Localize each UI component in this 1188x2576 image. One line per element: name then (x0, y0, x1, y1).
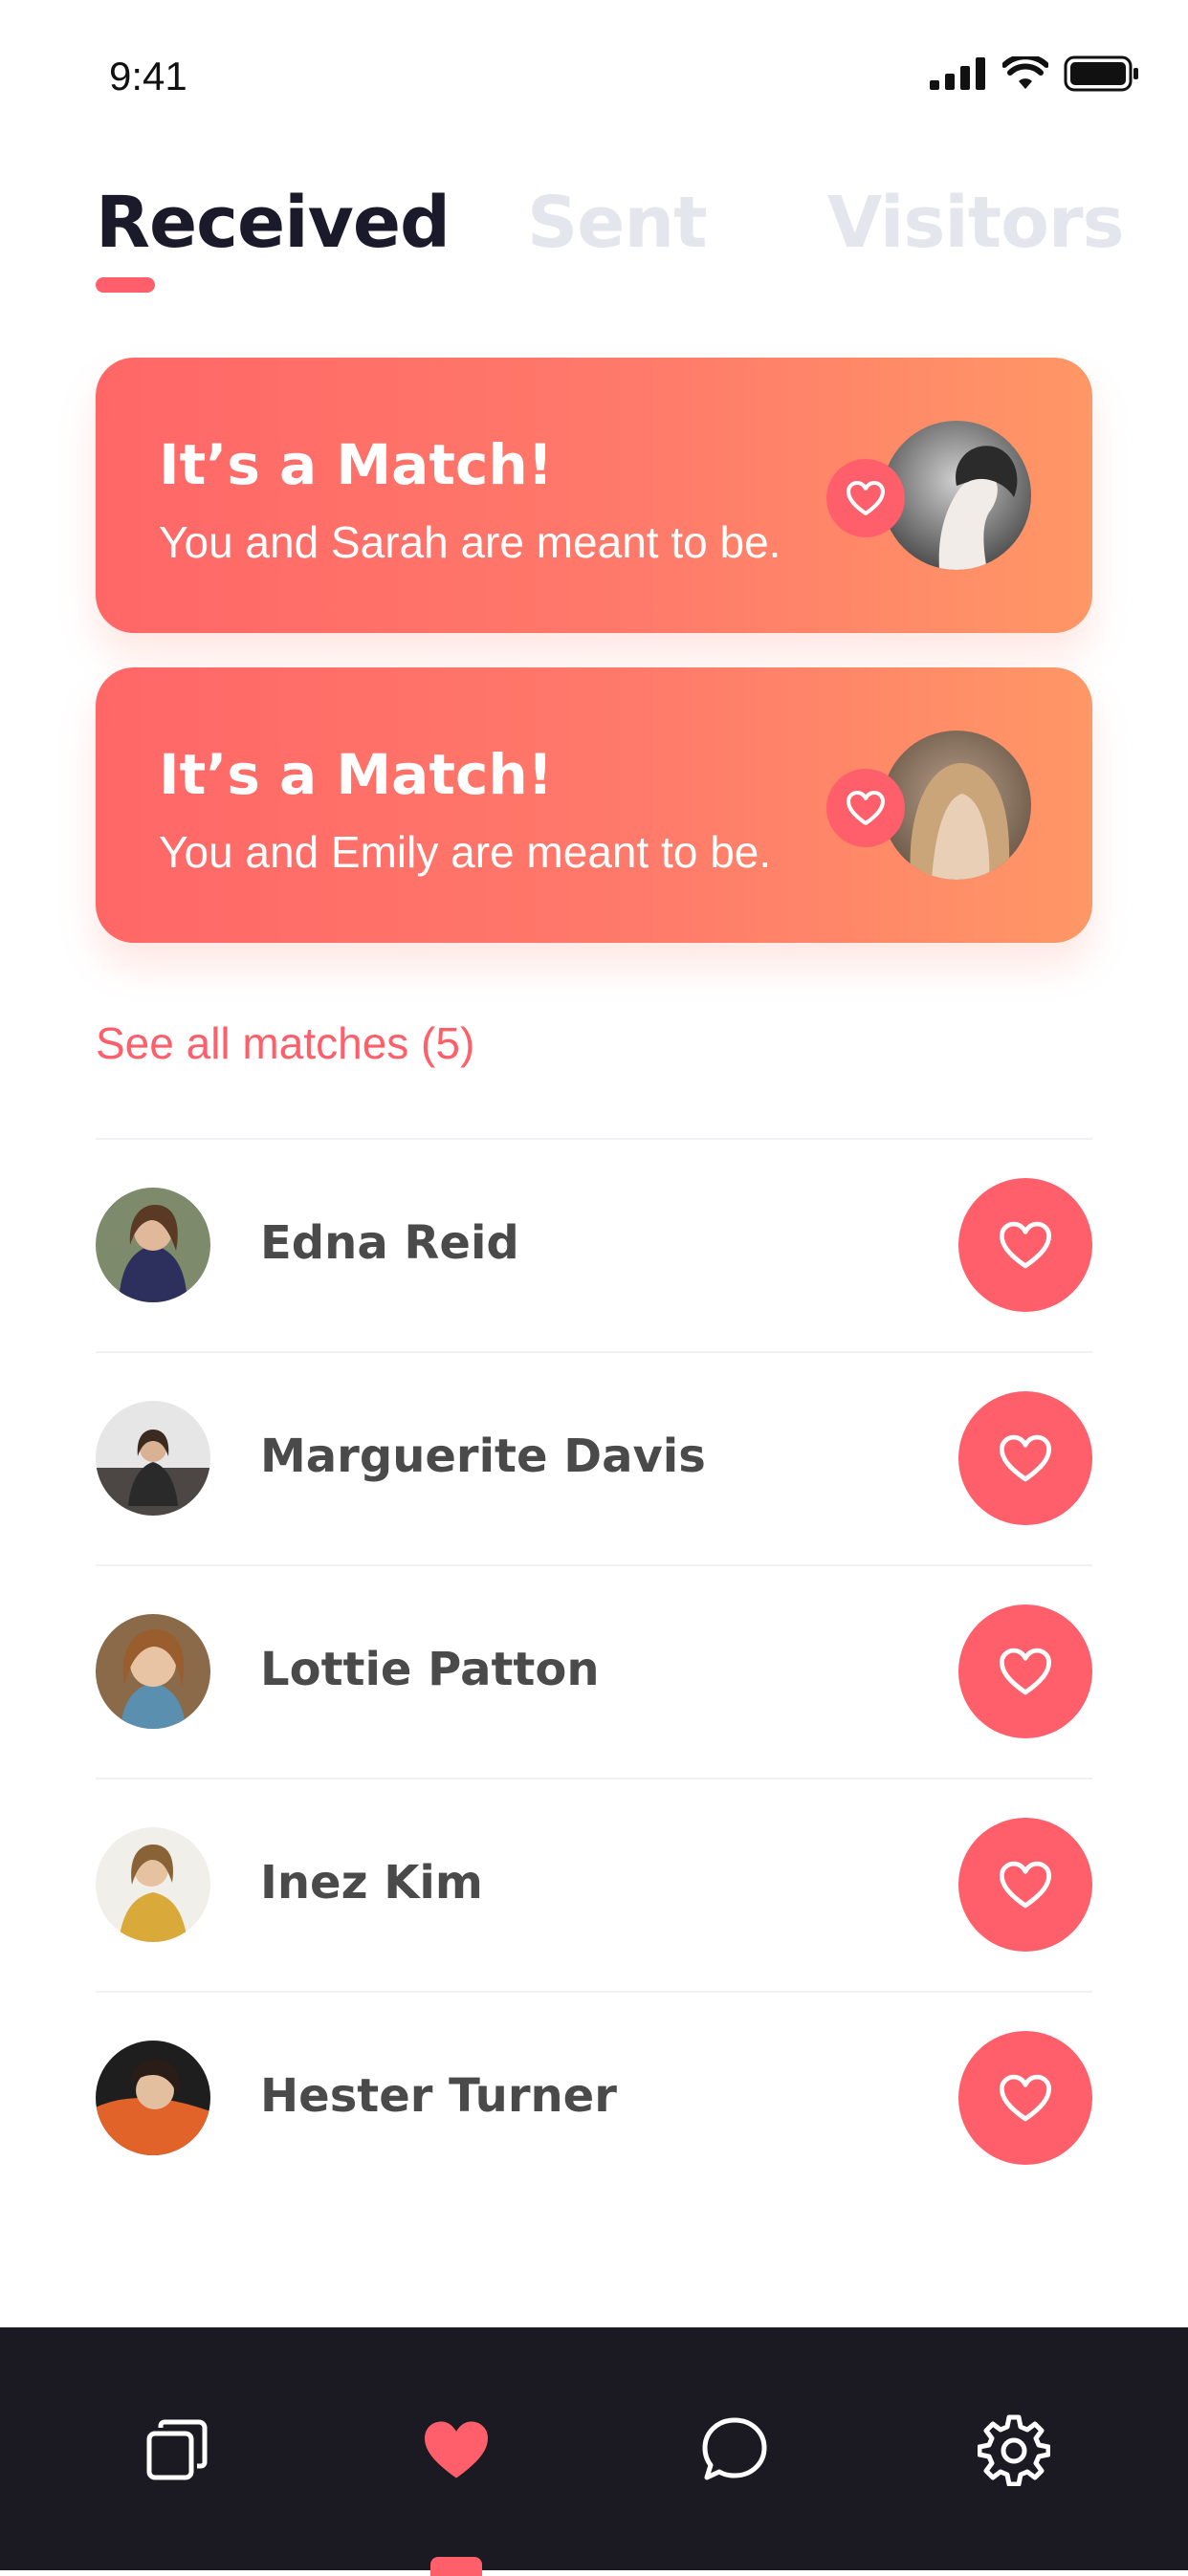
cards-icon (146, 2419, 208, 2480)
person-name: Inez Kim (260, 1856, 483, 1910)
match-subtitle: You and Emily are meant to be. (159, 827, 772, 877)
list-item[interactable]: Marguerite Davis (96, 1351, 1092, 1564)
heart-outline-icon (847, 791, 885, 825)
avatar (96, 1614, 210, 1729)
active-tab-indicator (96, 277, 155, 293)
heart-outline-icon (847, 481, 885, 515)
person-name: Lottie Patton (260, 1643, 600, 1696)
match-title: It’s a Match! (159, 432, 554, 497)
person-name: Hester Turner (260, 2069, 617, 2123)
heart-icon (425, 2421, 488, 2478)
heart-outline-icon (999, 1434, 1052, 1482)
status-time: 9:41 (109, 54, 187, 98)
match-card-emily[interactable]: It’s a Match! You and Emily are meant to… (96, 667, 1092, 943)
nav-cards[interactable] (129, 2402, 225, 2498)
wifi-icon (1002, 56, 1048, 89)
person-name: Marguerite Davis (260, 1430, 706, 1483)
match-card-sarah[interactable]: It’s a Match! You and Sarah are meant to… (96, 358, 1092, 633)
heart-outline-icon (999, 2074, 1052, 2122)
see-all-matches-link[interactable]: See all matches (5) (96, 1017, 474, 1069)
like-button[interactable] (958, 2031, 1092, 2165)
avatar (96, 1401, 210, 1516)
heart-badge (826, 769, 905, 847)
tab-visitors[interactable]: Visitors (827, 182, 1124, 264)
bottom-nav (0, 2327, 1188, 2576)
heart-outline-icon (999, 1861, 1052, 1909)
list-item[interactable]: Inez Kim (96, 1778, 1092, 1991)
like-button[interactable] (958, 1178, 1092, 1312)
active-nav-indicator (430, 2557, 482, 2576)
status-bar: 9:41 (0, 0, 1188, 143)
gear-icon (978, 2414, 1050, 2486)
avatar (96, 1827, 210, 1942)
nav-settings[interactable] (966, 2402, 1062, 2498)
tab-sent[interactable]: Sent (527, 182, 708, 264)
like-button[interactable] (958, 1391, 1092, 1525)
list-item[interactable]: Edna Reid (96, 1138, 1092, 1351)
likes-list: Edna Reid Marguerite Davis Lottie Patton… (96, 1138, 1092, 2204)
like-button[interactable] (958, 1818, 1092, 1952)
heart-badge (826, 459, 905, 537)
person-name: Edna Reid (260, 1216, 519, 1270)
chat-icon (702, 2417, 767, 2480)
like-button[interactable] (958, 1605, 1092, 1738)
tab-received[interactable]: Received (96, 182, 451, 264)
match-title: It’s a Match! (159, 742, 554, 807)
battery-icon (1064, 55, 1138, 92)
nav-likes[interactable] (408, 2402, 504, 2498)
avatar (96, 1188, 210, 1302)
avatar (96, 2041, 210, 2155)
match-subtitle: You and Sarah are meant to be. (159, 517, 781, 567)
list-item[interactable]: Lottie Patton (96, 1564, 1092, 1778)
status-icons (930, 55, 1140, 92)
cellular-signal-icon (930, 57, 985, 90)
nav-messages[interactable] (687, 2402, 782, 2498)
heart-outline-icon (999, 1221, 1052, 1269)
tab-bar-top: Received Sent Visitors (96, 182, 1124, 306)
list-item[interactable]: Hester Turner (96, 1991, 1092, 2204)
heart-outline-icon (999, 1648, 1052, 1695)
